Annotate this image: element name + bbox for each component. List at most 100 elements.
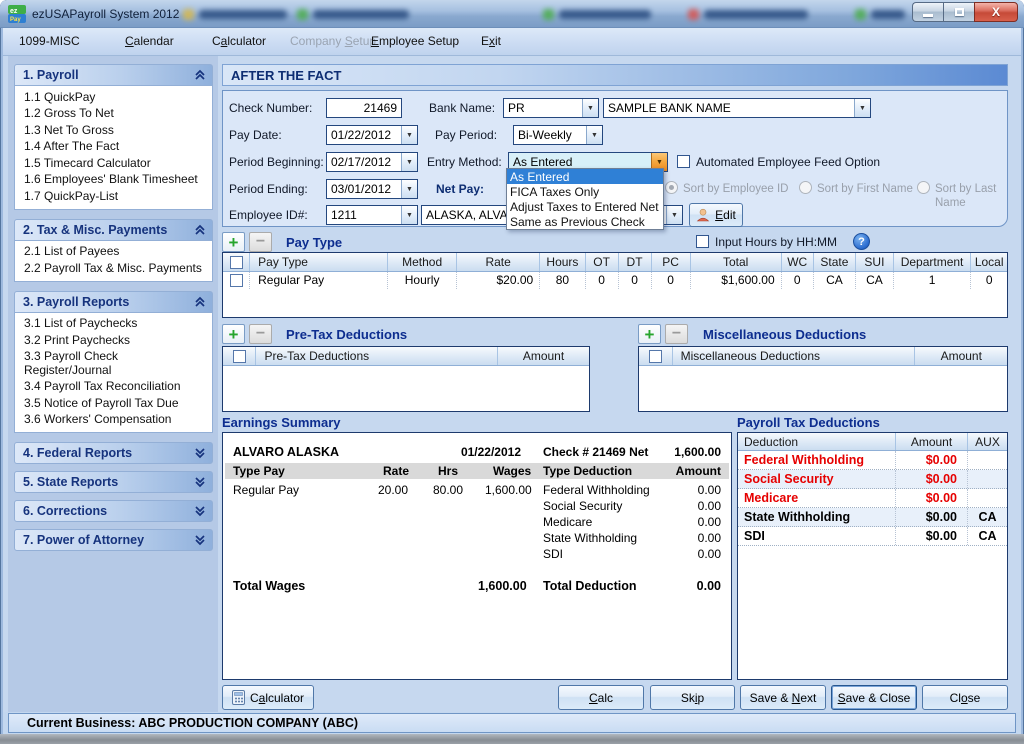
- calculator-icon: [232, 690, 245, 705]
- sort-by-last-name-radio[interactable]: [917, 181, 930, 194]
- blurred-toolbar-item[interactable]: [855, 6, 905, 22]
- sidebar-item-quickpay[interactable]: 1.1 QuickPay: [15, 89, 212, 106]
- column-header: Total: [690, 253, 781, 271]
- menu-calculator[interactable]: Calculator: [212, 34, 266, 48]
- dropdown-option-same-as-previous[interactable]: Same as Previous Check: [507, 214, 663, 229]
- menu-company-setup[interactable]: Company Setup: [290, 34, 376, 48]
- sidebar-item-blank-timesheet[interactable]: 1.6 Employees' Blank Timesheet: [15, 172, 212, 189]
- edit-employee-button[interactable]: Edit: [689, 203, 743, 227]
- chevron-down-icon[interactable]: ▼: [401, 180, 417, 198]
- sidebar-item-net-to-gross[interactable]: 1.3 Net To Gross: [15, 122, 212, 139]
- chevron-down-icon[interactable]: ▼: [586, 126, 602, 144]
- app-icon: ez Pay: [8, 5, 26, 23]
- blurred-toolbar-item[interactable]: [297, 6, 409, 22]
- sort-by-first-name-radio[interactable]: [799, 181, 812, 194]
- sidebar-section-state-reports[interactable]: 5. State Reports: [14, 471, 213, 493]
- chevron-down-icon[interactable]: ▼: [582, 99, 598, 117]
- calculator-button[interactable]: Calculator: [222, 685, 314, 710]
- bank-code-combobox[interactable]: PR▼: [503, 98, 599, 118]
- deduction-name: Medicare: [543, 515, 592, 529]
- menu-exit[interactable]: Exit: [481, 34, 501, 48]
- sidebar-item-notice-tax-due[interactable]: 3.5 Notice of Payroll Tax Due: [15, 395, 212, 412]
- minimize-button[interactable]: [912, 2, 943, 22]
- calc-button[interactable]: Calc: [558, 685, 644, 710]
- select-all-checkbox[interactable]: [233, 350, 246, 363]
- table-row[interactable]: State Withholding $0.00 CA: [738, 508, 1007, 527]
- blurred-toolbar-item[interactable]: [688, 6, 808, 22]
- blurred-toolbar-item[interactable]: [183, 6, 287, 22]
- add-pay-type-button[interactable]: +: [222, 232, 245, 252]
- sidebar-section-corrections[interactable]: 6. Corrections: [14, 500, 213, 522]
- table-row[interactable]: Federal Withholding $0.00: [738, 451, 1007, 470]
- sidebar-item-quickpay-list[interactable]: 1.7 QuickPay-List: [15, 188, 212, 205]
- chevron-down-icon[interactable]: ▼: [854, 99, 870, 117]
- sort-by-employee-id-radio[interactable]: [665, 181, 678, 194]
- blurred-toolbar-item[interactable]: [543, 6, 651, 22]
- table-row[interactable]: SDI $0.00 CA: [738, 527, 1007, 546]
- chevron-down-icon[interactable]: ▼: [666, 206, 682, 224]
- input-hours-label: Input Hours by HH:MM: [715, 235, 837, 249]
- sidebar-section-payroll[interactable]: 1. Payroll: [14, 64, 213, 86]
- sidebar-section-federal-reports[interactable]: 4. Federal Reports: [14, 442, 213, 464]
- automated-feed-checkbox[interactable]: [677, 155, 690, 168]
- save-close-button[interactable]: Save & Close: [831, 685, 917, 710]
- menu-employee-setup[interactable]: Employee Setup: [371, 34, 459, 48]
- sidebar-item-check-register[interactable]: 3.3 Payroll Check Register/Journal: [15, 349, 212, 379]
- help-icon[interactable]: ?: [853, 233, 870, 250]
- table-row[interactable]: Regular Pay Hourly $20.00 80 0 0 0 $1,60…: [223, 271, 1007, 289]
- skip-button[interactable]: Skip: [650, 685, 735, 710]
- dropdown-option-fica-taxes-only[interactable]: FICA Taxes Only: [507, 184, 663, 199]
- dropdown-option-as-entered[interactable]: As Entered: [507, 169, 663, 184]
- sidebar-item-list-of-paychecks[interactable]: 3.1 List of Paychecks: [15, 316, 212, 333]
- sidebar-item-print-paychecks[interactable]: 3.2 Print Paychecks: [15, 332, 212, 349]
- chevron-down-icon[interactable]: ▼: [401, 153, 417, 171]
- dropdown-option-adjust-taxes[interactable]: Adjust Taxes to Entered Net: [507, 199, 663, 214]
- pay-date-combobox[interactable]: 01/22/2012▼: [326, 125, 418, 145]
- remove-pretax-button[interactable]: −: [249, 324, 272, 344]
- add-misc-button[interactable]: +: [638, 324, 661, 344]
- period-ending-combobox[interactable]: 03/01/2012▼: [326, 179, 418, 199]
- input-hours-checkbox[interactable]: [696, 235, 709, 248]
- bank-name-combobox[interactable]: SAMPLE BANK NAME▼: [603, 98, 871, 118]
- sidebar-item-gross-to-net[interactable]: 1.2 Gross To Net: [15, 106, 212, 123]
- sidebar-section-tax-misc[interactable]: 2. Tax & Misc. Payments: [14, 219, 213, 241]
- check-date: 01/22/2012: [461, 445, 521, 459]
- sidebar-item-after-the-fact[interactable]: 1.4 After The Fact: [15, 139, 212, 156]
- table-row[interactable]: Medicare $0.00: [738, 489, 1007, 508]
- table-row[interactable]: Social Security $0.00: [738, 470, 1007, 489]
- sidebar-section-payroll-items: 1.1 QuickPay 1.2 Gross To Net 1.3 Net To…: [14, 86, 213, 210]
- remove-misc-button[interactable]: −: [665, 324, 688, 344]
- sidebar-section-power-of-attorney[interactable]: 7. Power of Attorney: [14, 529, 213, 551]
- column-header: PC: [651, 253, 690, 271]
- close-form-button[interactable]: Close: [922, 685, 1008, 710]
- sidebar-item-timecard-calculator[interactable]: 1.5 Timecard Calculator: [15, 155, 212, 172]
- chevron-up-icon: [194, 224, 206, 236]
- select-all-checkbox[interactable]: [649, 350, 662, 363]
- earnings-summary-panel: ALVARO ALASKA 01/22/2012 Check # 21469 N…: [222, 432, 732, 680]
- blurred-toolbar-icon: [543, 9, 554, 20]
- sidebar-item-list-of-payees[interactable]: 2.1 List of Payees: [15, 244, 212, 261]
- check-number-input[interactable]: 21469: [326, 98, 402, 118]
- remove-pay-type-button[interactable]: −: [249, 232, 272, 252]
- employee-id-combobox[interactable]: 1211▼: [326, 205, 418, 225]
- add-pretax-button[interactable]: +: [222, 324, 245, 344]
- select-all-checkbox[interactable]: [230, 256, 243, 269]
- sidebar-item-tax-reconciliation[interactable]: 3.4 Payroll Tax Reconciliation: [15, 379, 212, 396]
- window-title: ezUSAPayroll System 2012: [32, 7, 179, 21]
- menu-1099-misc[interactable]: 1099-MISC: [19, 34, 80, 48]
- menu-calendar[interactable]: Calendar: [125, 34, 174, 48]
- save-next-button[interactable]: Save & Next: [740, 685, 826, 710]
- pay-period-combobox[interactable]: Bi-Weekly▼: [513, 125, 603, 145]
- pay-type-section-label: Pay Type: [286, 235, 342, 250]
- chevron-down-icon[interactable]: ▼: [401, 126, 417, 144]
- sidebar-item-payroll-tax-misc-payments[interactable]: 2.2 Payroll Tax & Misc. Payments: [15, 260, 212, 277]
- close-button[interactable]: X: [974, 2, 1018, 22]
- period-beginning-combobox[interactable]: 02/17/2012▼: [326, 152, 418, 172]
- restore-button[interactable]: [943, 2, 974, 22]
- sidebar-section-payroll-reports-items: 3.1 List of Paychecks 3.2 Print Paycheck…: [14, 313, 213, 434]
- sidebar-section-payroll-reports[interactable]: 3. Payroll Reports: [14, 291, 213, 313]
- sidebar-item-workers-compensation[interactable]: 3.6 Workers' Compensation: [15, 412, 212, 429]
- entry-method-label: Entry Method:: [427, 152, 502, 172]
- chevron-down-icon[interactable]: ▼: [401, 206, 417, 224]
- row-checkbox[interactable]: [230, 274, 243, 287]
